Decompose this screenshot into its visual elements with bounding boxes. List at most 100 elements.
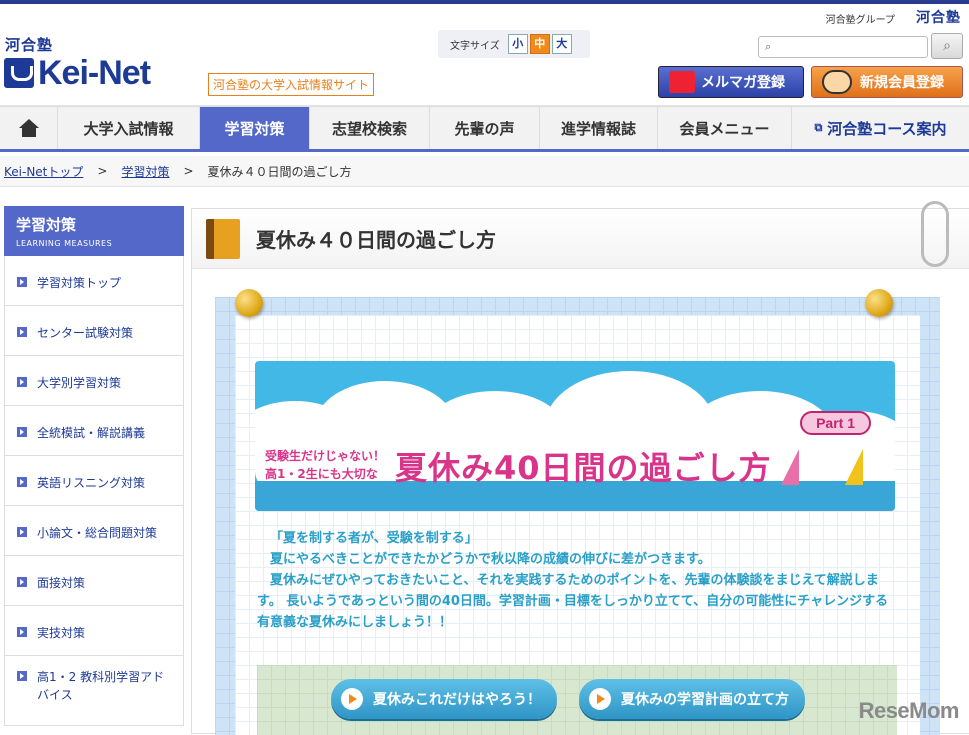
font-size-medium-button[interactable]: 中 <box>530 34 550 54</box>
nav-school-search[interactable]: 志望校検索 <box>310 107 430 149</box>
nav-study-measures[interactable]: 学習対策 <box>200 107 310 149</box>
watermark: ReseMom <box>859 698 959 724</box>
register-button[interactable]: 新規会員登録 <box>811 66 963 98</box>
group-bar: 河合塾グループ 河合塾 <box>0 4 969 26</box>
arrow-bullet-icon <box>17 427 27 437</box>
sidebar-title: 学習対策 <box>16 214 172 235</box>
font-size-small-button[interactable]: 小 <box>508 34 528 54</box>
newsletter-button[interactable]: メルマガ登録 <box>658 66 804 98</box>
sidebar-item-center-exam[interactable]: センター試験対策 <box>4 306 184 356</box>
pushpin-icon <box>865 289 893 317</box>
paper-sheet: 受験生だけじゃない！ 高1・2生にも大切な 夏休み40日間の過ごし方 Part … <box>235 315 920 735</box>
mailbox-icon <box>669 71 695 93</box>
sidebar-item-label: 学習対策トップ <box>37 274 121 292</box>
link-panel: 夏休みこれだけはやろう！ 夏休みの学習計画の立て方 <box>257 665 897 735</box>
breadcrumb-current: 夏休み４０日間の過ごし方 <box>208 163 352 180</box>
sidebar-item-essay[interactable]: 小論文・総合問題対策 <box>4 506 184 556</box>
sidebar-item-label: 実技対策 <box>37 624 85 642</box>
arrow-bullet-icon <box>17 627 27 637</box>
font-size-large-button[interactable]: 大 <box>552 34 572 54</box>
nav-magazine[interactable]: 進学情報誌 <box>540 107 658 149</box>
arrow-right-icon <box>341 688 363 710</box>
lead-paragraph: 「夏を制する者が、受験を制する」 <box>257 528 897 549</box>
newsletter-label: メルマガ登録 <box>701 72 785 92</box>
group-logo[interactable]: 河合塾 <box>916 7 961 27</box>
sidebar-item-interview[interactable]: 面接対策 <box>4 556 184 606</box>
banner-title: 夏休み40日間の過ごし方 <box>395 443 772 489</box>
search-button[interactable]: ⌕ <box>931 33 963 59</box>
nav-admissions-info[interactable]: 大学入試情報 <box>58 107 200 149</box>
lead-text: 「夏を制する者が、受験を制する」 夏にやるべきことができたかどうかで秋以降の成績… <box>257 528 897 633</box>
site-logo[interactable]: Kei-Net <box>4 56 150 90</box>
arrow-bullet-icon <box>17 527 27 537</box>
sidebar-item-label: 小論文・総合問題対策 <box>37 524 157 542</box>
sidebar-subtitle: LEARNING MEASURES <box>16 239 172 248</box>
lead-paragraph: 夏にやるべきことができたかどうかで秋以降の成績の伸びに差がつきます。 <box>257 549 897 570</box>
pushpin-icon <box>235 289 263 317</box>
external-link-icon: ⧉ <box>814 121 822 135</box>
main-content: 夏休み４０日間の過ごし方 受験生だけじゃない！ 高1・2生にも大切な 夏休み40… <box>191 208 969 734</box>
paperclip-icon <box>921 201 949 267</box>
sailboat-icon <box>845 449 863 485</box>
banner-part-badge: Part 1 <box>800 411 871 435</box>
breadcrumb-study[interactable]: 学習対策 <box>121 163 169 180</box>
font-size-label: 文字サイズ <box>450 37 500 52</box>
link-study-plan[interactable]: 夏休みの学習計画の立て方 <box>579 679 805 719</box>
main-nav: 大学入試情報 学習対策 志望校検索 先輩の声 進学情報誌 会員メニュー ⧉ 河合… <box>0 106 969 152</box>
sidebar-item-listening[interactable]: 英語リスニング対策 <box>4 456 184 506</box>
site-header: 河合塾 Kei-Net 河合塾の大学入試情報サイト 文字サイズ 小 中 大 ⌕ … <box>0 26 969 106</box>
sidebar-item-mock-exam[interactable]: 全統模試・解説講義 <box>4 406 184 456</box>
sidebar-item-practical[interactable]: 実技対策 <box>4 606 184 656</box>
sidebar-item-university[interactable]: 大学別学習対策 <box>4 356 184 406</box>
search-input[interactable]: ⌕ <box>758 36 928 58</box>
sidebar-item-label: 大学別学習対策 <box>37 374 121 392</box>
sidebar-item-top[interactable]: 学習対策トップ <box>4 256 184 306</box>
nav-member-menu[interactable]: 会員メニュー <box>658 107 792 149</box>
arrow-bullet-icon <box>17 377 27 387</box>
arrow-bullet-icon <box>17 477 27 487</box>
group-label: 河合塾グループ <box>826 11 895 26</box>
font-size-switcher: 文字サイズ 小 中 大 <box>438 30 590 58</box>
sidebar: 学習対策 LEARNING MEASURES 学習対策トップ センター試験対策 … <box>4 206 184 726</box>
students-icon <box>822 70 852 94</box>
home-icon <box>19 119 39 137</box>
page-title: 夏休み４０日間の過ごし方 <box>256 224 496 253</box>
logo-kawaijuku[interactable]: 河合塾 <box>5 34 53 55</box>
banner-subtitle: 高1・2生にも大切な <box>265 465 378 482</box>
sidebar-item-label: 全統模試・解説講義 <box>37 424 145 442</box>
link-study-plan-label: 夏休みの学習計画の立て方 <box>621 689 789 709</box>
grid-panel: 受験生だけじゃない！ 高1・2生にも大切な 夏休み40日間の過ごし方 Part … <box>215 297 940 735</box>
summer-banner: 受験生だけじゃない！ 高1・2生にも大切な 夏休み40日間の過ごし方 Part … <box>255 361 895 511</box>
book-logo-icon <box>4 58 34 88</box>
banner-subtitle: 受験生だけじゃない！ <box>265 447 385 464</box>
site-tagline: 河合塾の大学入試情報サイト <box>208 73 374 96</box>
arrow-bullet-icon <box>17 327 27 337</box>
breadcrumb-separator: > <box>183 164 193 178</box>
logo-text: Kei-Net <box>38 56 150 90</box>
nav-home[interactable] <box>0 107 58 149</box>
lead-paragraph: 夏休みにぜひやっておきたいこと、それを実践するためのポイントを、先輩の体験談をま… <box>257 570 897 633</box>
arrow-right-icon <box>589 688 611 710</box>
nav-course-guide[interactable]: ⧉ 河合塾コース案内 <box>792 107 969 149</box>
sidebar-item-label: 面接対策 <box>37 574 85 592</box>
sidebar-item-label: 英語リスニング対策 <box>37 474 145 492</box>
register-label: 新規会員登録 <box>860 72 944 92</box>
arrow-bullet-icon <box>17 577 27 587</box>
content-title-bar: 夏休み４０日間の過ごし方 <box>192 209 969 269</box>
sidebar-item-label: センター試験対策 <box>37 324 133 342</box>
breadcrumb-top[interactable]: Kei-Netトップ <box>4 163 83 180</box>
sidebar-header: 学習対策 LEARNING MEASURES <box>4 206 184 256</box>
breadcrumb-separator: > <box>97 164 107 178</box>
arrow-bullet-icon <box>17 277 27 287</box>
arrow-bullet-icon <box>17 671 27 681</box>
link-must-do-label: 夏休みこれだけはやろう！ <box>373 689 541 709</box>
link-must-do[interactable]: 夏休みこれだけはやろう！ <box>331 679 557 719</box>
sidebar-item-advice[interactable]: 高1・2 教科別学習アドバイス <box>4 656 184 726</box>
nav-seniors-voice[interactable]: 先輩の声 <box>430 107 540 149</box>
sailboat-icon <box>781 449 799 485</box>
breadcrumb: Kei-Netトップ > 学習対策 > 夏休み４０日間の過ごし方 <box>0 156 969 187</box>
search-icon: ⌕ <box>765 40 771 54</box>
sidebar-item-label: 高1・2 教科別学習アドバイス <box>37 668 173 704</box>
notebook-icon <box>206 219 240 259</box>
nav-course-guide-label: 河合塾コース案内 <box>827 118 946 139</box>
